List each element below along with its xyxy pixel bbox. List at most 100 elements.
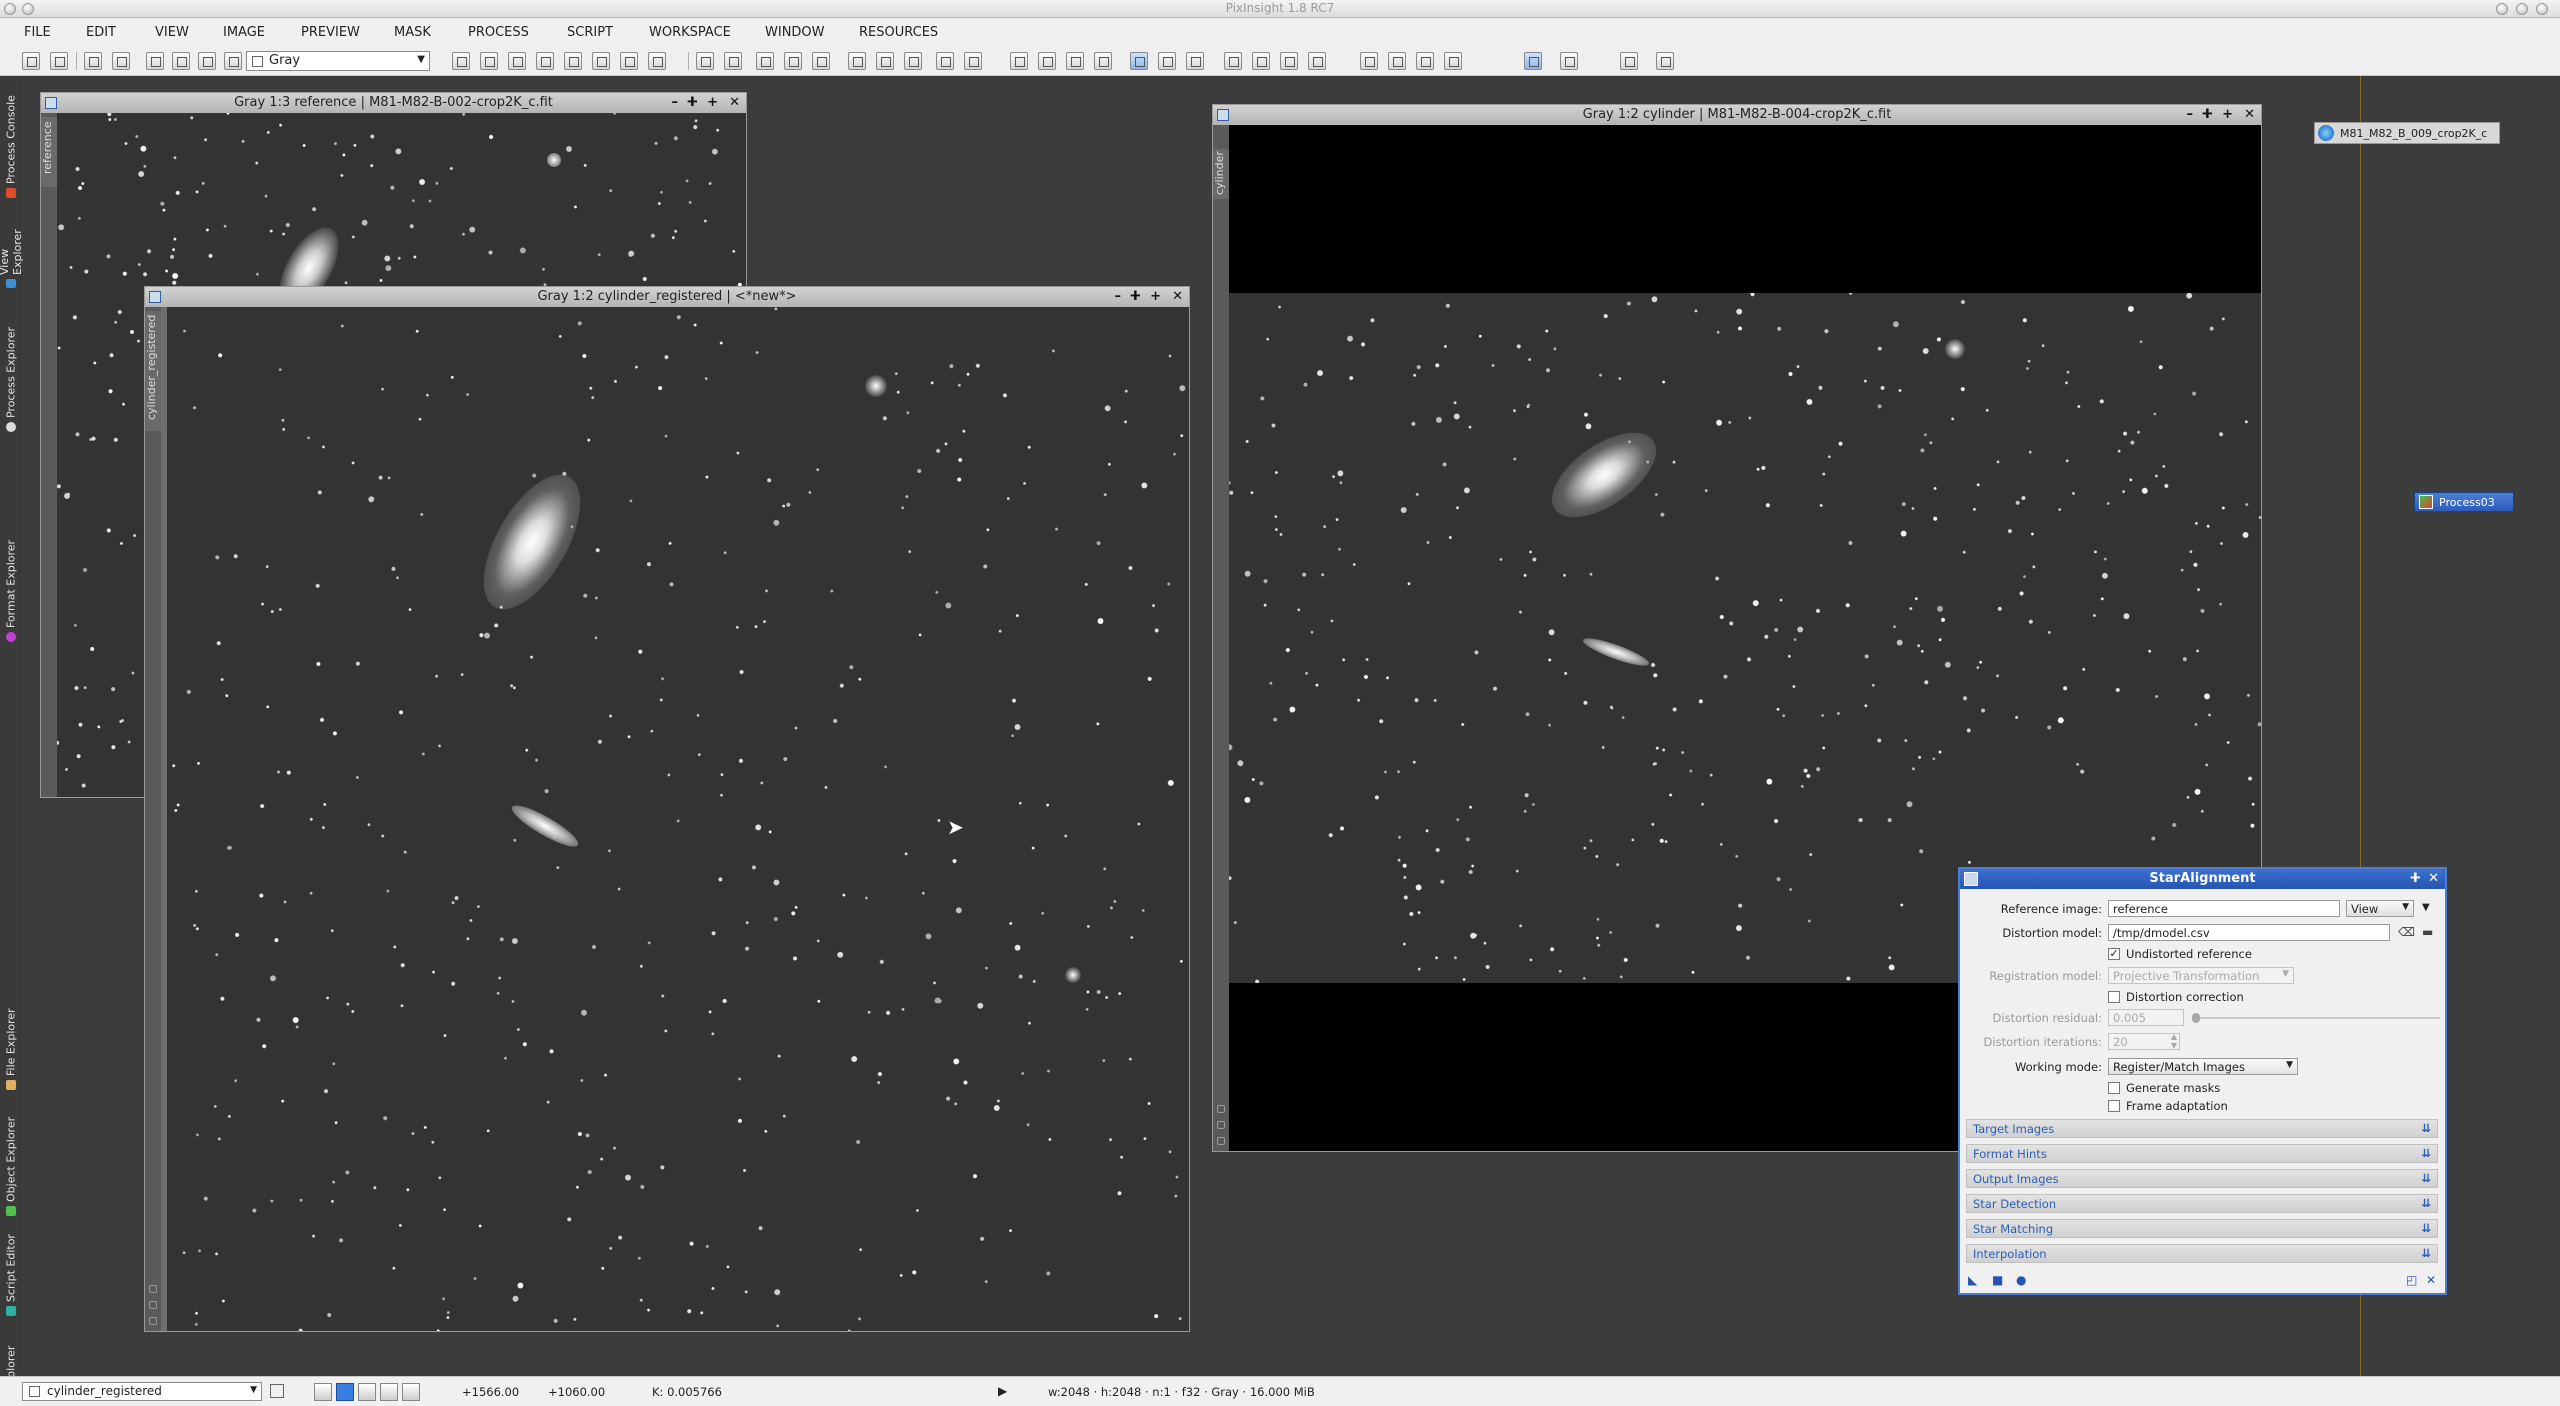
apply-icon[interactable]: ■ bbox=[1992, 1273, 2003, 1287]
distortion-residual-input[interactable]: 0.005 bbox=[2108, 1009, 2184, 1026]
center-icon[interactable] bbox=[564, 52, 582, 70]
zoom-out-icon[interactable] bbox=[724, 52, 742, 70]
generate-masks-checkbox[interactable] bbox=[2108, 1082, 2120, 1094]
distortion-iterations-spinbox[interactable]: 20 ▲ ▼ bbox=[2108, 1033, 2180, 1050]
chevron-down-icon[interactable]: ▼ bbox=[2422, 902, 2430, 913]
shade-icon[interactable]: ⵜ bbox=[2410, 869, 2421, 889]
preview-store-icon[interactable] bbox=[1252, 52, 1270, 70]
undo-icon[interactable] bbox=[22, 52, 40, 70]
maximize-icon[interactable]: + bbox=[1150, 287, 1161, 307]
display-mode-icon[interactable] bbox=[358, 1383, 376, 1401]
registration-model-select[interactable]: Projective Transformation ▼ bbox=[2108, 967, 2294, 984]
display-mode-icon[interactable] bbox=[380, 1383, 398, 1401]
menu-process[interactable]: PROCESS bbox=[468, 25, 529, 40]
process-icon[interactable]: Process03 bbox=[2414, 492, 2514, 512]
window-title-bar[interactable]: Gray 1:2 cylinder | M81-M82-B-004-crop2K… bbox=[1213, 105, 2261, 125]
display-rgb-icon[interactable] bbox=[1388, 52, 1406, 70]
stf-reset-icon[interactable] bbox=[1158, 52, 1176, 70]
dynamic-crop-icon[interactable] bbox=[592, 52, 610, 70]
history-icon[interactable] bbox=[112, 52, 130, 70]
fit-width-icon[interactable] bbox=[876, 52, 894, 70]
dock-tab-file-explorer[interactable]: File Explorer bbox=[0, 926, 22, 1094]
reference-image-input[interactable]: reference bbox=[2108, 900, 2340, 917]
apply-global-icon[interactable]: ● bbox=[2016, 1273, 2026, 1287]
image-window-cylinder-registered[interactable]: Gray 1:2 cylinder_registered | <*new*> –… bbox=[144, 286, 1190, 1332]
view-control-icon[interactable] bbox=[149, 1285, 157, 1293]
dock-tab-process-console[interactable]: Process Console bbox=[0, 76, 22, 202]
section-star-matching[interactable]: Star Matching ⇊ bbox=[1966, 1219, 2438, 1238]
display-channel-icon[interactable] bbox=[1360, 52, 1378, 70]
dock-tab-view-explorer[interactable]: View Explorer bbox=[0, 208, 24, 292]
minimize-icon[interactable]: – bbox=[2187, 105, 2194, 125]
shade-icon[interactable]: ⵜ bbox=[2202, 105, 2213, 125]
menu-script[interactable]: SCRIPT bbox=[567, 25, 613, 40]
mask-invert-icon[interactable] bbox=[1066, 52, 1084, 70]
distortion-residual-slider[interactable] bbox=[2192, 1013, 2440, 1023]
stf-link-icon[interactable] bbox=[1186, 52, 1204, 70]
shade-icon[interactable]: ⵜ bbox=[1130, 287, 1141, 307]
minimize-icon[interactable]: – bbox=[1115, 287, 1122, 307]
spin-arrows-icon[interactable]: ▲ ▼ bbox=[2171, 1034, 2177, 1049]
dock-tab-script-editor[interactable]: Script Editor bbox=[0, 1226, 22, 1320]
distortion-model-input[interactable]: /tmp/dmodel.csv bbox=[2108, 924, 2390, 941]
open-icon[interactable] bbox=[172, 52, 190, 70]
section-interpolation[interactable]: Interpolation ⇊ bbox=[1966, 1244, 2438, 1263]
display-luminance-icon[interactable] bbox=[1416, 52, 1434, 70]
close-icon[interactable]: ✕ bbox=[2244, 105, 2255, 125]
dock-tab-object-explorer[interactable]: Object Explorer bbox=[0, 1100, 22, 1220]
display-mode-icon[interactable] bbox=[336, 1383, 354, 1401]
color-space-select[interactable]: Gray ▼ bbox=[246, 51, 430, 71]
fit-height-icon[interactable] bbox=[904, 52, 922, 70]
view-id-tab[interactable]: cylinder_registered bbox=[145, 311, 161, 431]
close-icon[interactable]: ✕ bbox=[1172, 287, 1183, 307]
display-alpha-icon[interactable] bbox=[1444, 52, 1462, 70]
screen-transfer-icon[interactable] bbox=[1524, 52, 1542, 70]
menu-mask[interactable]: MASK bbox=[394, 25, 431, 40]
menu-view[interactable]: VIEW bbox=[155, 25, 189, 40]
readout-mode-icon[interactable] bbox=[452, 52, 470, 70]
view-control-icon[interactable] bbox=[1217, 1105, 1225, 1113]
save-as-icon[interactable] bbox=[224, 52, 242, 70]
dock-tab-process-explorer[interactable]: Process Explorer bbox=[0, 298, 22, 436]
new-instance-icon[interactable]: ◣ bbox=[1968, 1273, 1977, 1287]
menu-preview[interactable]: PREVIEW bbox=[301, 25, 360, 40]
file-image-icon[interactable]: M81_M82_B_009_crop2K_c bbox=[2314, 122, 2500, 144]
slider-handle[interactable] bbox=[2192, 1013, 2200, 1023]
maximize-icon[interactable]: + bbox=[707, 93, 718, 113]
menu-window[interactable]: WINDOW bbox=[765, 25, 825, 40]
section-output-images[interactable]: Output Images ⇊ bbox=[1966, 1169, 2438, 1188]
menu-file[interactable]: FILE bbox=[24, 25, 51, 40]
preview-icon[interactable] bbox=[620, 52, 638, 70]
mask-enable-icon[interactable] bbox=[1094, 52, 1112, 70]
preview-new-icon[interactable] bbox=[1224, 52, 1242, 70]
dock-tab-format-explorer[interactable]: Format Explorer bbox=[0, 442, 22, 646]
view-id-tab[interactable]: reference bbox=[41, 117, 57, 187]
section-star-detection[interactable]: Star Detection ⇊ bbox=[1966, 1194, 2438, 1213]
close-icon[interactable]: ✕ bbox=[729, 93, 740, 113]
pan-icon[interactable] bbox=[536, 52, 554, 70]
window-title-bar[interactable]: Gray 1:3 reference | M81-M82-B-002-crop2… bbox=[41, 93, 746, 113]
clear-icon[interactable]: ⌫ bbox=[2398, 925, 2415, 939]
maximize-button[interactable] bbox=[2516, 3, 2528, 15]
working-mode-select[interactable]: Register/Match Images ▼ bbox=[2108, 1058, 2298, 1075]
zoom-fit-icon[interactable] bbox=[480, 52, 498, 70]
view-control-icon[interactable] bbox=[149, 1301, 157, 1309]
menu-resources[interactable]: RESOURCES bbox=[859, 25, 938, 40]
reset-icon[interactable]: ✕ bbox=[2426, 1273, 2436, 1287]
section-target-images[interactable]: Target Images ⇊ bbox=[1966, 1119, 2438, 1138]
histogram-icon[interactable] bbox=[1560, 52, 1578, 70]
frame-adaptation-checkbox[interactable] bbox=[2108, 1100, 2120, 1112]
folder-icon[interactable]: ▬ bbox=[2422, 925, 2433, 939]
zoom-full-icon[interactable] bbox=[508, 52, 526, 70]
preview-delete-icon[interactable] bbox=[1308, 52, 1326, 70]
view-id-tab[interactable]: cylinder bbox=[1213, 149, 1229, 199]
new-image-icon[interactable] bbox=[146, 52, 164, 70]
play-icon[interactable]: ▶ bbox=[998, 1384, 1007, 1398]
documentation-icon[interactable]: ◰ bbox=[2406, 1273, 2417, 1287]
view-control-icon[interactable] bbox=[1217, 1121, 1225, 1129]
zoom-in-icon[interactable] bbox=[696, 52, 714, 70]
tile-icon[interactable] bbox=[936, 52, 954, 70]
undistorted-reference-checkbox[interactable]: ✓ bbox=[2108, 948, 2120, 960]
stf-auto-icon[interactable] bbox=[1130, 52, 1148, 70]
menu-image[interactable]: IMAGE bbox=[223, 25, 265, 40]
